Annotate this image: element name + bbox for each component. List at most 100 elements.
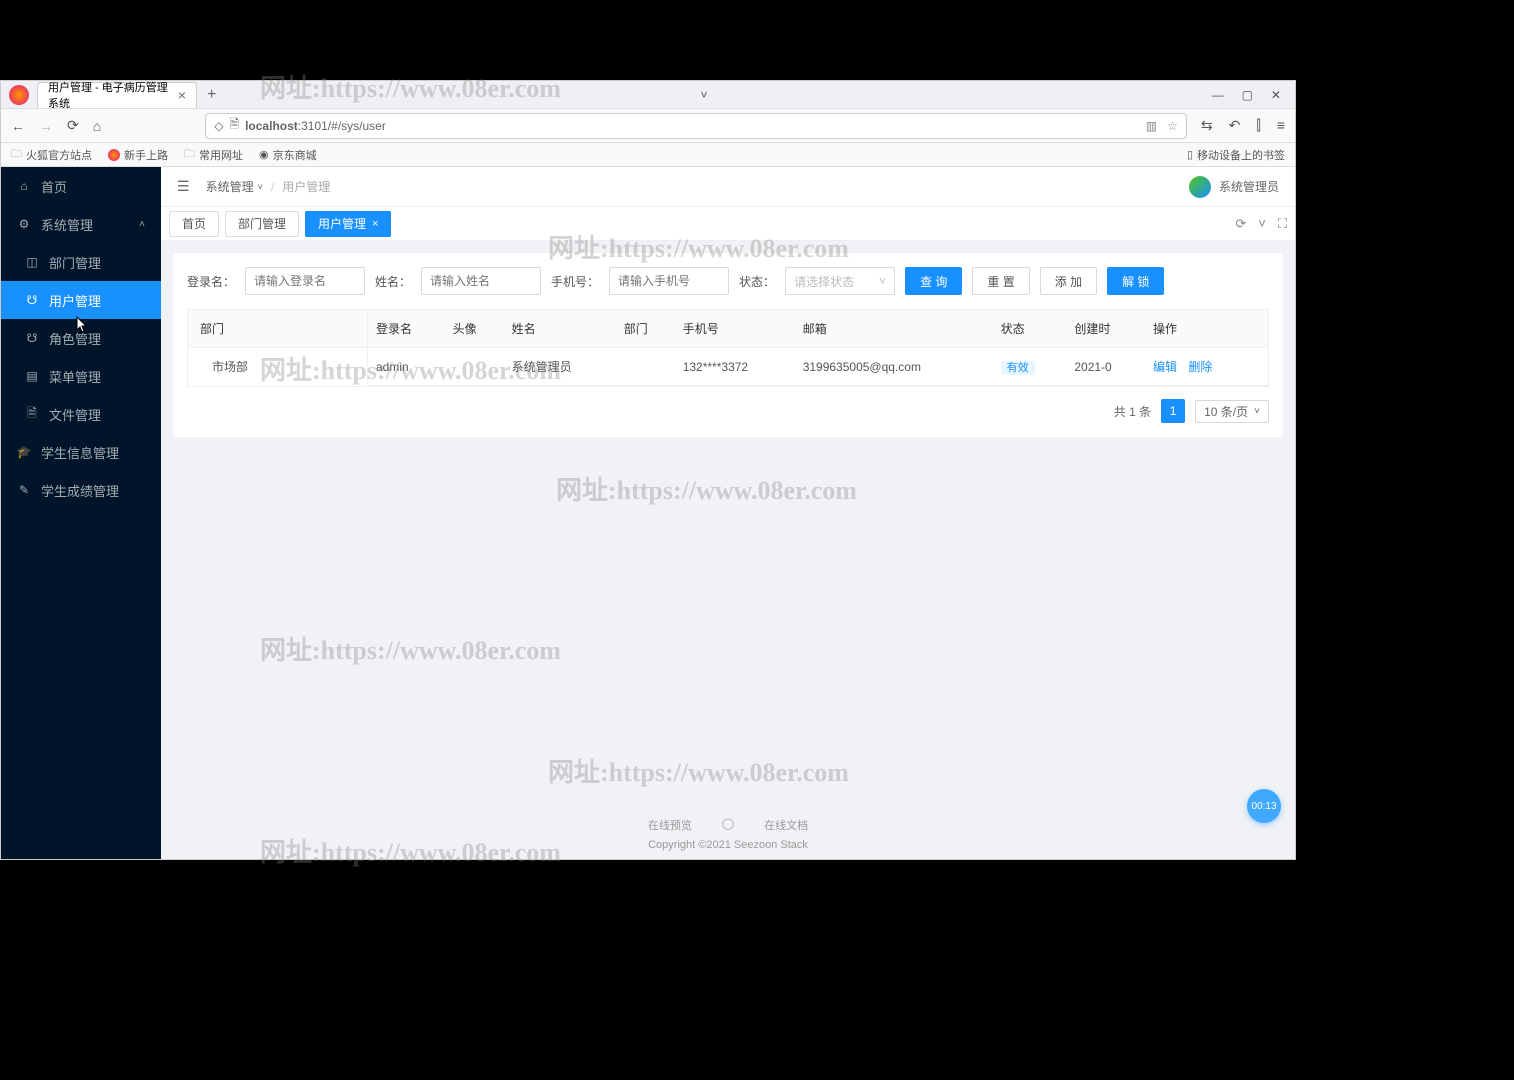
add-button[interactable]: 添 加 — [1040, 267, 1097, 295]
bookmark-firefox[interactable]: 🗀火狐官方站点 — [11, 145, 92, 164]
url-path: :3101/#/sys/user — [298, 119, 386, 133]
mobile-bookmarks[interactable]: ▯移动设备上的书签 — [1187, 147, 1285, 163]
sidebar: ⌂首页 ⚙系统管理 ˄ ◫ 部门管理 ☋ 用户管理 ☋角色管理 ▤ 菜单管理 🗎文件管… — [1, 167, 161, 859]
breadcrumb: 系统管理 ˅ / 用户管理 — [206, 178, 331, 195]
table-header-row: 登录名 头像 姓名 部门 手机号 邮箱 状态 创建时 操作 — [368, 310, 1268, 348]
edit-button[interactable]: 编辑 — [1153, 360, 1177, 374]
mobile-icon: ▯ — [1187, 148, 1193, 161]
sidebar-item-system[interactable]: ⚙系统管理 ˄ — [1, 205, 161, 243]
new-tab-button[interactable]: + — [207, 86, 216, 104]
firefox-icon — [9, 85, 29, 105]
page-size-select[interactable]: 10 条/页˅ — [1195, 400, 1269, 423]
bookmark-common[interactable]: 🗀常用网址 — [184, 145, 243, 164]
tab-home[interactable]: 首页 — [169, 211, 219, 237]
library-icon[interactable]: ⫿ — [1256, 117, 1260, 134]
menu-icon[interactable]: ≡ — [1277, 117, 1285, 134]
cell-created: 2021-0 — [1066, 348, 1145, 386]
extensions-icon[interactable]: ⇆ — [1201, 117, 1213, 134]
url-bar[interactable]: ◇ 🗎 localhost:3101/#/sys/user ▥ ☆ — [205, 113, 1187, 139]
pagination: 共 1 条 1 10 条/页˅ — [187, 399, 1269, 423]
browser-tab-bar: 用户管理 - 电子病历管理系统 × + ˅ — ▢ ✕ — [1, 81, 1295, 109]
home-icon: ⌂ — [17, 179, 31, 193]
sidebar-item-role[interactable]: ☋角色管理 — [1, 319, 161, 357]
sidebar-label: 用户管理 — [49, 291, 101, 310]
github-icon[interactable]: ◯ — [722, 817, 734, 833]
sidebar-item-user[interactable]: ☋ 用户管理 — [1, 281, 161, 319]
col-name: 姓名 — [504, 310, 616, 348]
footer-docs-link[interactable]: 在线文档 — [764, 817, 808, 833]
tree-header: 部门 — [188, 310, 367, 348]
user-icon: ☋ — [25, 293, 39, 307]
url-host: localhost — [245, 119, 298, 133]
tabs-actions: ⟳ ˅ ⛶ — [1235, 216, 1287, 232]
browser-tab[interactable]: 用户管理 - 电子病历管理系统 × — [37, 82, 197, 108]
list-icon: ▤ — [25, 369, 39, 383]
unlock-button[interactable]: 解 锁 — [1107, 267, 1164, 295]
user-area[interactable]: 系统管理员 — [1189, 176, 1279, 198]
col-phone: 手机号 — [675, 310, 795, 348]
page-1[interactable]: 1 — [1161, 399, 1185, 423]
sidebar-label: 学生信息管理 — [41, 443, 119, 462]
minimize-icon[interactable]: — — [1212, 88, 1224, 102]
page-info-icon: 🗎 — [229, 115, 239, 136]
maximize-icon[interactable]: ▢ — [1242, 88, 1253, 102]
crumb-system[interactable]: 系统管理 — [206, 178, 254, 195]
tab-overflow-icon[interactable]: ˅ — [700, 88, 707, 102]
sidebar-item-student-info[interactable]: 🎓学生信息管理 — [1, 433, 161, 471]
sidebar-label: 学生成绩管理 — [41, 481, 119, 500]
crumb-user: 用户管理 — [282, 178, 330, 195]
sidebar-item-dept[interactable]: ◫ 部门管理 — [1, 243, 161, 281]
chevron-down-icon: ˅ — [879, 274, 886, 288]
fullscreen-icon[interactable]: ⛶ — [1278, 216, 1287, 232]
cell-status: 有效 — [993, 348, 1067, 386]
page-tabs: 首页 部门管理 用户管理× ⟳ ˅ ⛶ — [161, 207, 1295, 241]
avatar — [1189, 176, 1211, 198]
phone-label: 手机号： — [551, 273, 599, 290]
sidebar-label: 菜单管理 — [49, 367, 101, 386]
app-root: ⌂首页 ⚙系统管理 ˄ ◫部门管理 ☋用户管理 ☋角色管理 ▤菜单管理 🗎文件管… — [1, 167, 1295, 859]
chevron-down-icon: ˅ — [1254, 406, 1260, 417]
sidebar-label: 文件管理 — [49, 405, 101, 424]
firefox-small-icon — [108, 149, 120, 161]
bookmark-newbie[interactable]: 新手上路 — [108, 147, 168, 163]
copyright: Copyright ©2021 Seezoon Stack — [161, 839, 1295, 851]
footer-preview-link[interactable]: 在线预览 — [648, 817, 692, 833]
tab-dept[interactable]: 部门管理 — [225, 211, 299, 237]
sidebar-label: 部门管理 — [49, 253, 101, 272]
jd-icon: ◉ — [259, 148, 269, 161]
account-icon[interactable]: ↶ — [1229, 117, 1241, 134]
reload-icon[interactable]: ⟳ — [67, 117, 79, 134]
sidebar-item-menu[interactable]: ▤ 菜单管理 — [1, 357, 161, 395]
col-created: 创建时 — [1066, 310, 1145, 348]
sidebar-item-student-score[interactable]: ✎学生成绩管理 — [1, 471, 161, 509]
query-button[interactable]: 查 询 — [905, 267, 962, 295]
tree-node-market[interactable]: 市场部 — [188, 348, 367, 385]
reset-button[interactable]: 重 置 — [972, 267, 1029, 295]
delete-button[interactable]: 删除 — [1188, 360, 1212, 374]
cell-login: admin — [368, 348, 445, 386]
collapse-icon[interactable]: ☰ — [177, 178, 190, 195]
bookmark-star-icon[interactable]: ☆ — [1167, 119, 1178, 133]
login-input[interactable] — [245, 267, 365, 295]
table-row[interactable]: admin 系统管理员 132****3372 3199635005@qq.co… — [368, 348, 1268, 386]
tab-close-icon[interactable]: × — [372, 218, 378, 230]
reader-icon[interactable]: ▥ — [1146, 119, 1157, 133]
home-icon[interactable]: ⌂ — [93, 118, 101, 134]
status-select[interactable]: 请选择状态˅ — [785, 267, 895, 295]
bookmark-bar: 🗀火狐官方站点 新手上路 🗀常用网址 ◉京东商城 ▯移动设备上的书签 — [1, 143, 1295, 167]
close-window-icon[interactable]: ✕ — [1271, 88, 1281, 102]
sidebar-item-home[interactable]: ⌂首页 — [1, 167, 161, 205]
sidebar-item-file[interactable]: 🗎文件管理 — [1, 395, 161, 433]
bookmark-jd[interactable]: ◉京东商城 — [259, 147, 317, 163]
phone-input[interactable] — [609, 267, 729, 295]
back-icon[interactable]: ← — [11, 118, 25, 134]
status-label: 状态： — [739, 273, 775, 290]
refresh-icon[interactable]: ⟳ — [1235, 216, 1246, 232]
grid-icon: ◫ — [25, 255, 39, 269]
tab-close-icon[interactable]: × — [178, 87, 186, 103]
name-input[interactable] — [421, 267, 541, 295]
header-bar: ☰ 系统管理 ˅ / 用户管理 系统管理员 — [161, 167, 1295, 207]
forward-icon[interactable]: → — [39, 118, 53, 134]
tab-user[interactable]: 用户管理× — [305, 211, 391, 237]
chevron-down-icon[interactable]: ˅ — [1258, 216, 1266, 232]
